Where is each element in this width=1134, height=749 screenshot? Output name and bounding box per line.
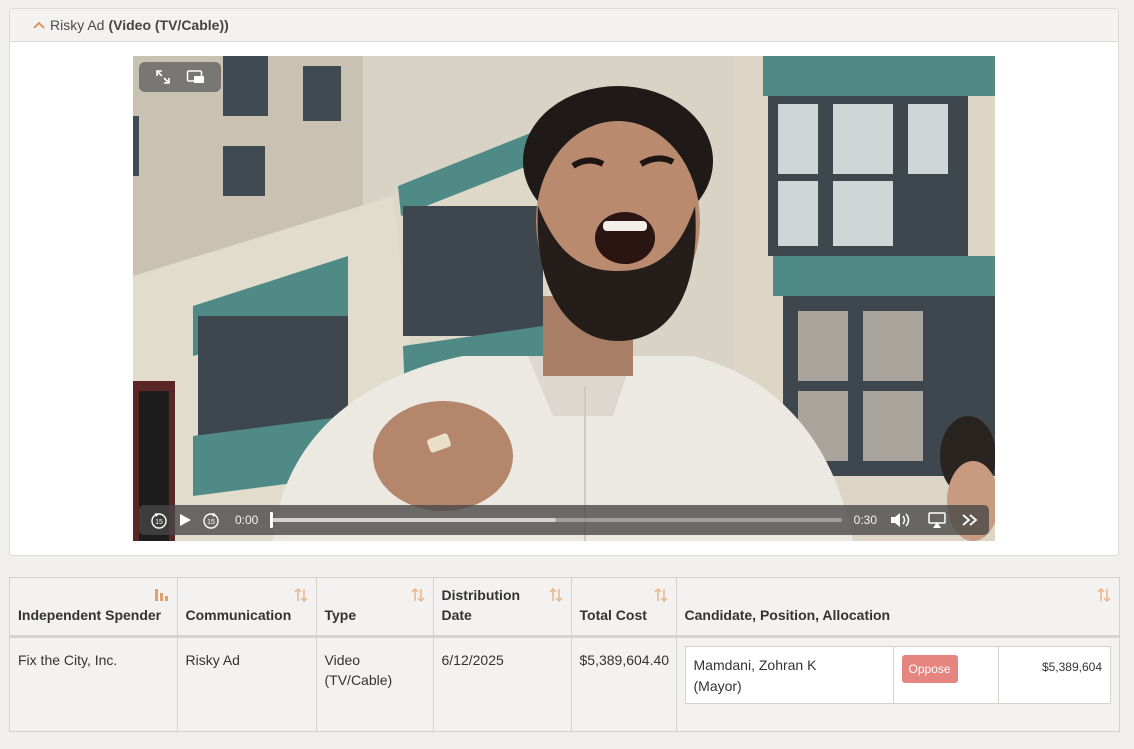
header-date[interactable]: Distribution Date <box>433 578 572 638</box>
sort-icon[interactable] <box>548 587 563 608</box>
sort-active-icon[interactable] <box>153 587 169 608</box>
rewind-label: 15 <box>155 519 163 526</box>
cell-communication: Risky Ad <box>177 636 317 731</box>
candidate-name: Mamdani, Zohran K <box>693 656 817 673</box>
picture-in-picture-icon[interactable] <box>186 69 206 85</box>
current-time: 0:00 <box>235 513 259 527</box>
sort-icon[interactable] <box>1097 587 1111 608</box>
expenditure-table: Independent Spender Communication Type D… <box>9 577 1120 732</box>
sort-icon[interactable] <box>293 587 308 608</box>
allocation-amount: $5,389,604 <box>1041 659 1102 674</box>
cell-date: 6/12/2025 <box>433 636 572 731</box>
header-candidate[interactable]: Candidate, Position, Allocation <box>676 578 1119 638</box>
header-communication[interactable]: Communication <box>177 578 317 638</box>
table-row: Fix the City, Inc. Risky Ad Video (TV/Ca… <box>10 636 1119 731</box>
header-cost[interactable]: Total Cost <box>571 578 677 638</box>
ad-name: Risky Ad <box>50 17 105 33</box>
top-controls <box>139 62 221 92</box>
header-type[interactable]: Type <box>316 578 434 638</box>
play-icon[interactable] <box>177 512 193 528</box>
ad-panel: Risky Ad (Video (TV/Cable)) 15 15 0:00 0… <box>9 8 1119 556</box>
candidate-allocation: Mamdani, Zohran K (Mayor) Oppose $5,389,… <box>684 645 1111 704</box>
panel-header[interactable]: Risky Ad (Video (TV/Cable)) <box>10 9 1118 42</box>
volume-icon[interactable] <box>889 511 913 529</box>
buffered-bar <box>270 518 556 522</box>
sort-icon[interactable] <box>410 587 425 608</box>
position-badge: Oppose <box>901 654 958 683</box>
video-frame <box>133 56 995 541</box>
cell-cost: $5,389,604.40 <box>571 636 677 731</box>
rewind-15-icon[interactable]: 15 <box>149 510 169 530</box>
playback-speed-icon[interactable] <box>961 512 979 528</box>
chevron-up-icon[interactable] <box>32 18 46 32</box>
forward-label: 15 <box>207 519 215 526</box>
expand-icon[interactable] <box>154 68 172 86</box>
header-spender[interactable]: Independent Spender <box>10 578 178 638</box>
playback-controls: 15 15 0:00 0:30 <box>139 505 989 535</box>
video-player[interactable]: 15 15 0:00 0:30 <box>133 56 995 541</box>
scrubber-handle[interactable] <box>270 512 274 528</box>
duration: 0:30 <box>853 513 877 527</box>
forward-15-icon[interactable]: 15 <box>201 510 221 530</box>
airplay-icon[interactable] <box>927 511 947 529</box>
ad-type: (Video (TV/Cable)) <box>108 17 229 33</box>
sort-icon[interactable] <box>653 587 668 608</box>
candidate-office: (Mayor) <box>693 677 742 694</box>
cell-candidate: Mamdani, Zohran K (Mayor) Oppose $5,389,… <box>676 636 1119 731</box>
cell-spender: Fix the City, Inc. <box>10 636 178 731</box>
cell-type: Video (TV/Cable) <box>316 636 434 731</box>
scrubber[interactable] <box>270 512 842 528</box>
